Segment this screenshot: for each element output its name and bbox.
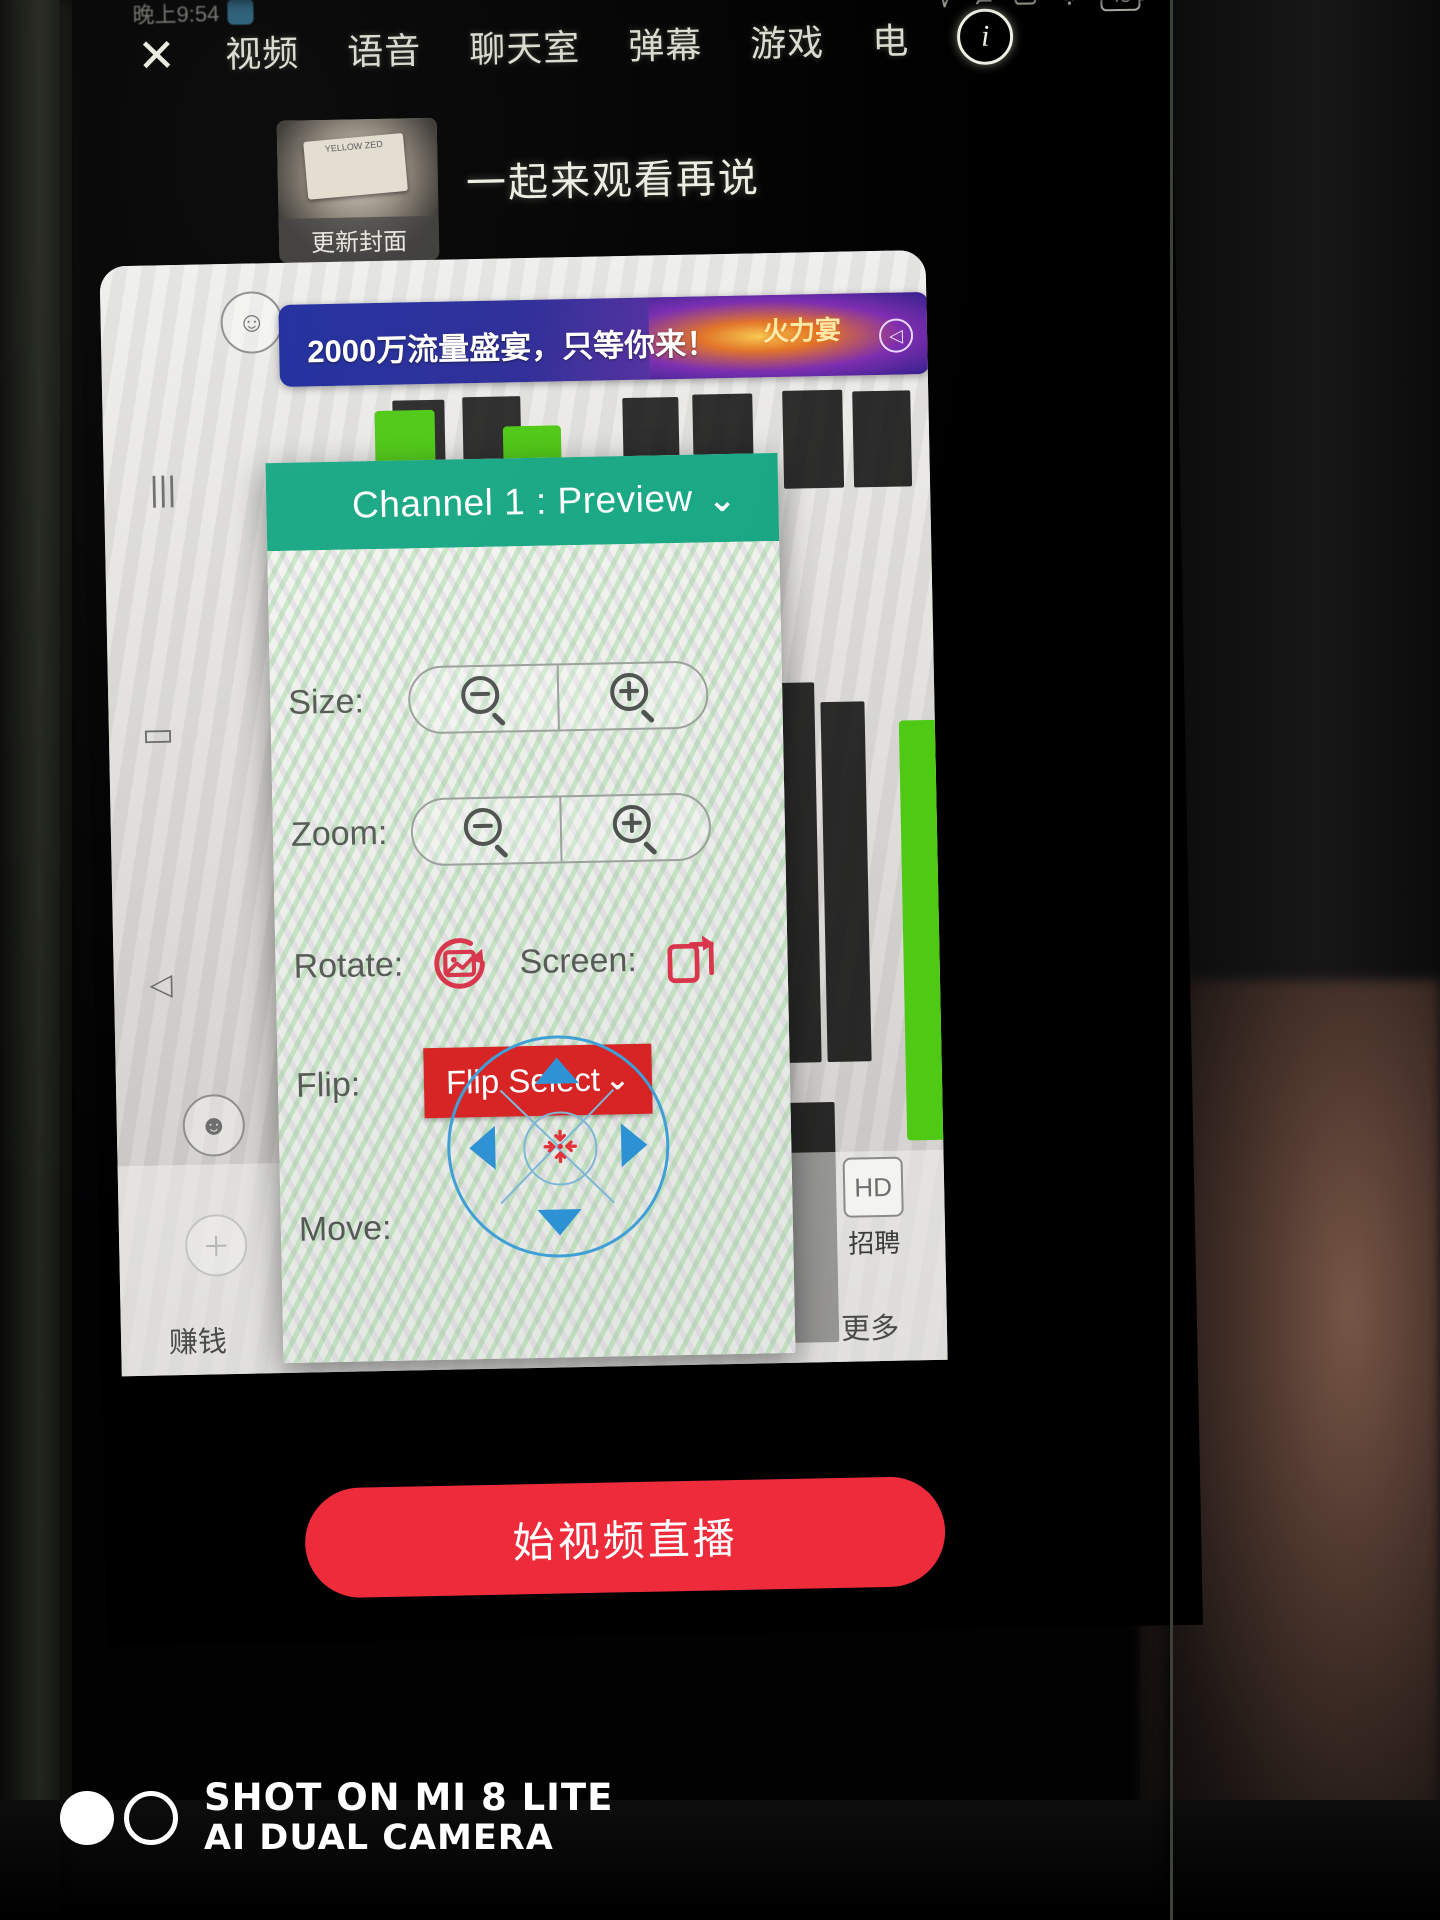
status-time: 晚上9:54 [132, 1, 220, 28]
info-icon[interactable]: i [956, 8, 1014, 66]
move-up-button[interactable] [534, 1057, 580, 1084]
phone-screen: 晚上9:54 45 ✕ 视 [74, 0, 1204, 1647]
cover-card-caption: YELLOW ZED [324, 138, 384, 155]
size-stepper[interactable] [407, 660, 709, 735]
screen-label: Screen: [519, 940, 638, 981]
dialog-body: Size: Zoom: Rotate: Screen: Flip: Flip S… [267, 540, 796, 1364]
zoom-out-icon [460, 675, 507, 727]
close-icon[interactable]: ✕ [137, 29, 182, 82]
move-left-button[interactable] [468, 1125, 496, 1171]
tab-dian[interactable]: 电 [872, 12, 910, 65]
room-title: 一起来观看再说 [465, 156, 761, 207]
zoom-in-icon [611, 804, 659, 856]
chevron-down-icon[interactable]: ⌄ [707, 480, 736, 521]
center-crosshair-icon [540, 1126, 581, 1172]
wifi-icon [1054, 0, 1085, 12]
watermark-text: SHOT ON MI 8 LITE AI DUAL CAMERA [204, 1777, 613, 1858]
status-app-badge-icon [227, 0, 254, 25]
update-cover-button[interactable]: 更新封面 [278, 215, 440, 263]
watermark-line1: SHOT ON MI 8 LITE [204, 1776, 614, 1820]
start-live-label: 始视频直播 [512, 1514, 739, 1567]
dialog-header: Channel 1 : Preview ⌄ [265, 452, 780, 552]
flip-label: Flip: [295, 1064, 361, 1105]
rotate-label: Rotate: [293, 945, 404, 986]
tab-chatroom[interactable]: 聊天室 [469, 19, 581, 73]
zoom-stepper[interactable] [410, 792, 712, 867]
tool-label-hd: 招聘 [847, 1227, 901, 1259]
channel-preview-dialog: Channel 1 : Preview ⌄ Size: Zoom: Rotate… [265, 452, 796, 1364]
size-increase-button[interactable] [556, 662, 707, 730]
watermark-dots-icon [60, 1790, 178, 1845]
size-label: Size: [287, 681, 365, 722]
tab-danmaku[interactable]: 弹幕 [628, 16, 703, 69]
phone-photo: 晚上9:54 45 ✕ 视 [0, 0, 1440, 1920]
size-decrease-button[interactable] [410, 665, 558, 732]
cover-thumbnail[interactable]: YELLOW ZED 更新封面 [276, 117, 440, 263]
dialog-title: Channel 1 : Preview [351, 477, 694, 526]
tab-game[interactable]: 游戏 [750, 14, 825, 67]
zoom-out-icon [462, 807, 510, 859]
zoom-increase-button[interactable] [559, 794, 710, 862]
screen-rotate-icon[interactable] [655, 922, 728, 995]
tab-voice[interactable]: 语音 [347, 22, 422, 75]
battery-indicator: 45 [1099, 0, 1141, 12]
move-dpad[interactable] [445, 1033, 672, 1260]
camera-watermark: SHOT ON MI 8 LITE AI DUAL CAMERA [60, 1777, 613, 1858]
move-down-button[interactable] [537, 1209, 583, 1236]
nav-earn[interactable]: 赚钱 [168, 1318, 228, 1361]
move-right-button[interactable] [620, 1122, 648, 1168]
promo-banner[interactable]: 2000万流量盛宴，只等你来！ 火力宴 ◁ [278, 291, 930, 387]
nav-more[interactable]: 更多 [841, 1305, 900, 1348]
promo-badge: 火力宴 [762, 314, 842, 347]
move-label: Move: [298, 1208, 392, 1249]
phone-bezel-left [0, 0, 72, 1920]
promo-text: 2000万流量盛宴，只等你来！ [306, 326, 718, 370]
rotate-image-icon[interactable] [421, 925, 499, 1003]
zoom-label: Zoom: [290, 813, 388, 854]
x-box-icon [1012, 0, 1039, 14]
tab-video[interactable]: 视频 [225, 24, 300, 77]
watermark-line2: AI DUAL CAMERA [204, 1817, 554, 1858]
zoom-in-icon [609, 672, 656, 724]
start-live-button[interactable]: 始视频直播 [304, 1475, 947, 1599]
tool-hd[interactable]: HD 招聘 [808, 1156, 940, 1262]
hd-icon: HD [842, 1156, 904, 1218]
cover-card-icon: YELLOW ZED [303, 133, 408, 200]
zoom-decrease-button[interactable] [412, 797, 560, 864]
